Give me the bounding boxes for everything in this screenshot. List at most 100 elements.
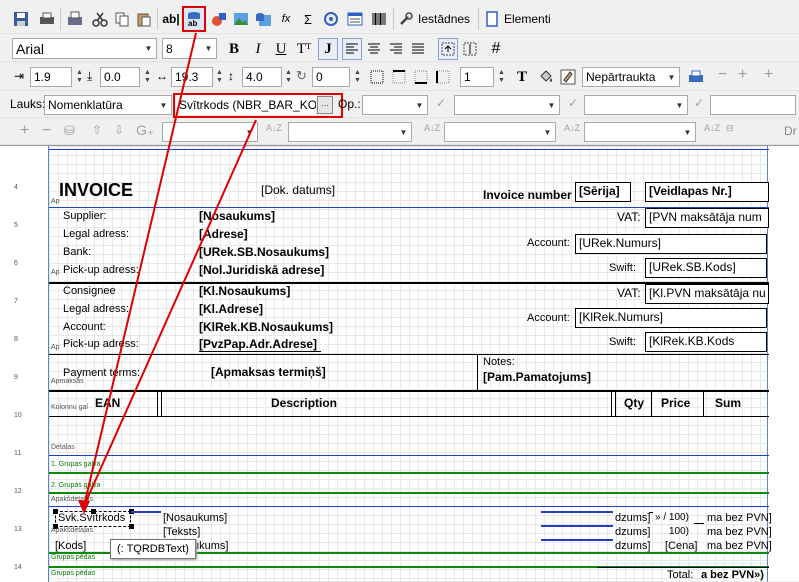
valign-middle-button[interactable] xyxy=(460,38,480,60)
top-spinner[interactable]: ▲ ▼ xyxy=(142,69,153,85)
height-input[interactable]: 4.0 xyxy=(242,67,282,87)
consignee-bank-label[interactable]: Account: xyxy=(63,321,106,333)
database-icon[interactable]: ⛁ xyxy=(64,123,75,139)
total-label[interactable]: Total: xyxy=(667,569,693,581)
value-select-3[interactable] xyxy=(710,95,796,115)
add-group-button[interactable]: + xyxy=(20,122,29,140)
bank-name-partial-field[interactable]: ukums] xyxy=(193,540,228,552)
add-richtext-button[interactable] xyxy=(320,8,342,30)
move-up-icon[interactable]: ⇧ xyxy=(92,123,102,137)
width-spinner[interactable]: ▲ ▼ xyxy=(214,69,225,85)
value-select[interactable]: ▼ xyxy=(454,95,560,115)
remove-group-button[interactable]: − xyxy=(42,122,51,140)
notes-field[interactable]: [Pam.Pamatojums] xyxy=(483,370,591,384)
sum-expr-1[interactable]: ma bez PVN] xyxy=(707,512,772,524)
underline-button[interactable]: U xyxy=(271,38,291,60)
group-select-3[interactable]: ▼ xyxy=(444,122,556,142)
total-value[interactable]: a bez PVN») xyxy=(701,569,764,581)
price-expr-2[interactable]: 100) xyxy=(669,526,689,537)
selection-handle[interactable] xyxy=(91,509,96,514)
supplier-label[interactable]: Supplier: xyxy=(63,210,106,222)
consignee-vat-label[interactable]: VAT: xyxy=(617,286,641,300)
sort-az-icon[interactable]: A↓Z xyxy=(266,123,282,133)
supplier-account-field[interactable]: [URek.Numurs] xyxy=(575,234,767,254)
align-mode-select[interactable]: Nepārtraukta ▼ xyxy=(582,67,680,87)
valign-top-button[interactable] xyxy=(438,38,458,60)
rotate-spinner[interactable]: ▲ ▼ xyxy=(352,69,363,85)
supplier-swift-field[interactable]: [URek.SB.Kods] xyxy=(645,258,767,278)
consignee-legal-label[interactable]: Legal adress: xyxy=(63,303,129,315)
qty-field-2[interactable]: dzums] xyxy=(615,526,650,538)
top-input[interactable]: 0.0 xyxy=(100,67,140,87)
group-header-1-band[interactable]: 1. Grupas galva xyxy=(51,461,771,468)
supplier-bank-field[interactable]: [URek.SB.Nosaukums] xyxy=(199,245,329,259)
save-button[interactable] xyxy=(10,8,32,30)
check-icon-3[interactable]: ✓ xyxy=(694,96,704,110)
copy-button[interactable] xyxy=(112,8,132,30)
align-center-button[interactable] xyxy=(364,38,384,60)
form-number-field[interactable]: [Veidlapas Nr.] xyxy=(645,182,769,202)
consignee-swift-label[interactable]: Swift: xyxy=(609,336,636,348)
check-icon[interactable]: ✓ xyxy=(436,96,446,110)
height-spinner[interactable]: ▲ ▼ xyxy=(283,69,294,85)
group-select-1[interactable]: ▼ xyxy=(162,122,258,142)
qty-field-3[interactable]: dzums] xyxy=(615,540,650,552)
consignee-bank-field[interactable]: [KlRek.KB.Nosaukums] xyxy=(199,320,333,334)
report-page[interactable]: INVOICE Ap [Dok. datums] Invoice number … xyxy=(48,146,772,582)
frame-top-button[interactable] xyxy=(390,66,408,88)
add-expression-button[interactable]: fx xyxy=(276,8,296,30)
italic-button[interactable]: I xyxy=(248,38,268,60)
supplier-address-field[interactable]: [Adrese] xyxy=(199,227,248,241)
text-field[interactable]: [Teksts] xyxy=(163,526,200,538)
consignee-pickup-field[interactable]: [PvzPap.Adr.Adrese] xyxy=(199,337,317,351)
swift-label[interactable]: Swift: xyxy=(609,262,636,274)
frame-color-button[interactable] xyxy=(558,66,578,88)
group-header-2-band[interactable]: 2. Grupas galva xyxy=(51,482,771,489)
col-header-price[interactable]: Price xyxy=(661,396,690,410)
print-preview-button[interactable] xyxy=(36,8,58,30)
selection-handle[interactable] xyxy=(129,524,134,529)
value-select-2[interactable]: ▼ xyxy=(584,95,688,115)
payment-terms-field[interactable]: [Apmaksas termiņš] xyxy=(211,365,326,379)
cut-button[interactable] xyxy=(90,8,110,30)
frame-all-button[interactable] xyxy=(368,66,386,88)
price-field[interactable]: [Cena] xyxy=(665,540,697,552)
page-setup-button[interactable] xyxy=(64,8,86,30)
group-footer-2-band[interactable]: Grupas pēdas xyxy=(51,570,771,577)
col-header-description[interactable]: Description xyxy=(271,396,337,410)
invoice-number-label[interactable]: Invoice number xyxy=(483,188,572,202)
minus-button[interactable]: − xyxy=(718,66,727,84)
add-barcode-button[interactable] xyxy=(368,8,390,30)
paste-button[interactable] xyxy=(134,8,154,30)
field-select[interactable]: Nomenklatūra ▼ xyxy=(44,95,172,115)
consignee-account-field[interactable]: [KlRek.Numurs] xyxy=(575,308,767,328)
sort-az-icon-2[interactable]: A↓Z xyxy=(424,123,440,133)
consignee-vat-field[interactable]: [Kl.PVN maksātāja nu xyxy=(645,284,769,304)
name-field[interactable]: [Nosaukums] xyxy=(163,512,227,524)
vat-label[interactable]: VAT: xyxy=(617,210,641,224)
add-sysdata-button[interactable]: Σ xyxy=(298,8,318,30)
vat-field[interactable]: [PVN maksātāja num xyxy=(645,208,769,228)
elements-button[interactable]: Elementi xyxy=(484,8,554,30)
fill-color-button[interactable] xyxy=(536,66,556,88)
code-field[interactable]: [Kods] xyxy=(55,540,86,552)
invoice-title[interactable]: INVOICE xyxy=(59,180,133,201)
align-left-button[interactable] xyxy=(342,38,362,60)
notes-label[interactable]: Notes: xyxy=(483,356,515,368)
add-chart-button[interactable] xyxy=(344,8,366,30)
font-size-select[interactable]: 8 ▼ xyxy=(162,38,217,59)
add-image-button[interactable] xyxy=(230,8,252,30)
op-select[interactable]: ▼ xyxy=(362,95,428,115)
sum-expr-3[interactable]: ma bez PVN] xyxy=(707,540,772,552)
move-down-icon[interactable]: ⇩ xyxy=(114,123,124,137)
supplier-pickup-field[interactable]: [Nol.Juridiskā adrese] xyxy=(199,263,324,277)
price-expr-1[interactable]: » / 100) xyxy=(655,512,689,523)
sort-az-icon-4[interactable]: A↓Z xyxy=(704,123,720,133)
consignee-label[interactable]: Consignee xyxy=(63,285,116,297)
settings-button[interactable]: Iestādnes xyxy=(398,8,472,30)
plus-button[interactable]: + xyxy=(738,66,747,84)
align-justify-button[interactable] xyxy=(408,38,428,60)
text-color-button[interactable]: T xyxy=(512,66,532,88)
group-select-2[interactable]: ▼ xyxy=(288,122,412,142)
left-spinner[interactable]: ▲ ▼ xyxy=(74,69,85,85)
